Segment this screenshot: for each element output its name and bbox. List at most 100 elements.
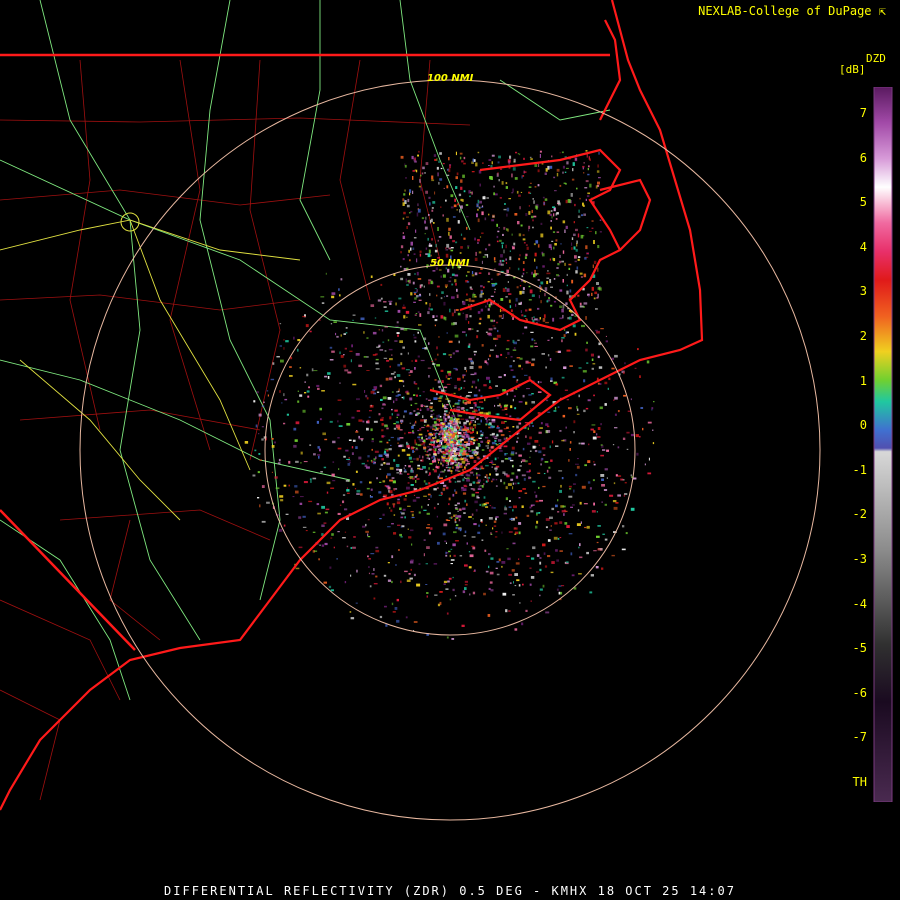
echo-pixel xyxy=(647,421,652,424)
echo-pixel xyxy=(468,566,472,569)
echo-pixel xyxy=(412,450,414,453)
echo-pixel xyxy=(549,445,551,449)
echo-pixel xyxy=(474,426,476,429)
echo-pixel xyxy=(386,475,388,479)
echo-pixel xyxy=(464,564,468,567)
echo-pixel xyxy=(459,442,462,445)
echo-pixel xyxy=(458,415,463,417)
echo-pixel xyxy=(474,403,477,407)
echo-pixel xyxy=(277,462,281,465)
echo-pixel xyxy=(417,355,420,358)
echo-pixel xyxy=(463,156,466,160)
echo-pixel xyxy=(522,332,524,335)
echo-pixel xyxy=(457,432,461,434)
echo-pixel xyxy=(427,367,431,369)
echo-pixel xyxy=(592,436,597,440)
echo-pixel xyxy=(417,311,420,313)
echo-pixel xyxy=(568,263,572,266)
echo-pixel xyxy=(320,296,325,298)
echo-pixel xyxy=(446,217,449,222)
echo-pixel xyxy=(442,422,445,426)
echo-pixel xyxy=(518,401,523,403)
echo-pixel xyxy=(578,573,582,575)
echo-pixel xyxy=(540,281,544,285)
echo-pixel xyxy=(599,231,602,233)
echo-pixel xyxy=(457,502,460,505)
echo-pixel xyxy=(379,481,382,483)
echo-pixel xyxy=(314,550,318,552)
echo-pixel xyxy=(476,410,479,412)
echo-pixel xyxy=(479,200,482,204)
echo-pixel xyxy=(368,558,371,560)
echo-pixel xyxy=(540,300,542,304)
echo-pixel xyxy=(369,410,372,412)
echo-pixel xyxy=(450,356,452,358)
echo-pixel xyxy=(356,398,360,401)
echo-pixel xyxy=(496,427,500,429)
echo-pixel xyxy=(471,299,475,302)
echo-pixel xyxy=(453,204,457,208)
echo-pixel xyxy=(593,260,597,264)
echo-pixel xyxy=(480,290,483,294)
echo-pixel xyxy=(537,472,541,474)
echo-pixel xyxy=(604,403,607,406)
echo-pixel xyxy=(487,314,490,319)
echo-pixel xyxy=(462,374,466,377)
echo-pixel xyxy=(489,386,492,388)
echo-pixel xyxy=(411,425,414,429)
echo-pixel xyxy=(379,349,384,351)
echo-pixel xyxy=(261,485,265,488)
echo-pixel xyxy=(531,557,535,560)
echo-pixel xyxy=(394,340,398,342)
echo-pixel xyxy=(379,440,383,443)
echo-pixel xyxy=(472,380,476,384)
echo-pixel xyxy=(386,449,389,452)
echo-pixel xyxy=(507,557,511,561)
echo-pixel xyxy=(386,502,389,506)
echo-pixel xyxy=(519,206,521,210)
echo-pixel xyxy=(583,306,585,308)
echo-pixel xyxy=(410,511,414,513)
echo-pixel xyxy=(455,282,457,286)
echo-pixel xyxy=(454,444,456,446)
echo-pixel xyxy=(410,559,414,562)
echo-pixel xyxy=(522,447,525,451)
echo-pixel xyxy=(476,213,478,218)
echo-pixel xyxy=(441,291,444,294)
echo-pixel xyxy=(652,429,654,431)
echo-pixel xyxy=(303,461,308,463)
echo-pixel xyxy=(298,546,303,549)
echo-pixel xyxy=(463,190,466,193)
echo-pixel xyxy=(490,589,494,592)
echo-pixel xyxy=(506,548,509,550)
echo-pixel xyxy=(552,206,555,208)
echo-pixel xyxy=(484,298,487,301)
echo-pixel xyxy=(331,350,335,353)
echo-pixel xyxy=(434,448,437,452)
echo-pixel xyxy=(446,243,450,248)
echo-pixel xyxy=(515,452,518,455)
echo-pixel xyxy=(539,427,543,429)
echo-pixel xyxy=(395,398,398,401)
echo-pixel xyxy=(479,236,482,238)
echo-pixel xyxy=(434,379,437,381)
echo-pixel xyxy=(586,551,589,555)
echo-pixel xyxy=(488,328,493,331)
echo-pixel xyxy=(533,200,535,204)
echo-pixel xyxy=(488,419,491,421)
echo-pixel xyxy=(437,503,439,505)
echo-pixel xyxy=(519,602,521,604)
echo-pixel xyxy=(485,570,489,573)
echo-pixel xyxy=(450,377,452,379)
echo-pixel xyxy=(404,189,406,192)
echo-pixel xyxy=(473,407,475,411)
echo-pixel xyxy=(266,390,269,392)
echo-pixel xyxy=(404,199,405,202)
radar-map xyxy=(0,0,900,900)
echo-pixel xyxy=(388,348,393,351)
echo-pixel xyxy=(639,435,641,438)
echo-pixel xyxy=(457,220,460,224)
echo-pixel xyxy=(349,611,352,613)
echo-pixel xyxy=(451,424,453,427)
echo-pixel xyxy=(566,349,571,352)
